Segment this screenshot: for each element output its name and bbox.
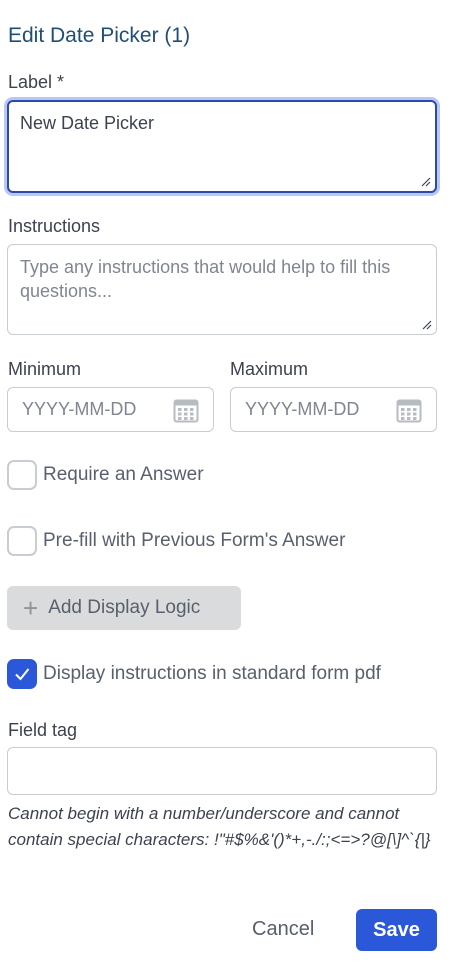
label-field-label: Label * (8, 72, 65, 92)
display-instructions-checkbox[interactable] (7, 659, 37, 689)
minimum-label: Minimum (8, 359, 82, 379)
require-answer-label: Require an Answer (43, 464, 204, 485)
add-display-logic-button[interactable]: + Add Display Logic (7, 586, 241, 630)
page-title: Edit Date Picker (1) (8, 24, 191, 47)
instructions-textarea[interactable]: Type any instructions that would help to… (7, 244, 437, 335)
cancel-button[interactable]: Cancel (252, 918, 314, 941)
instructions-label: Instructions (8, 216, 101, 236)
field-tag-hint: Cannot begin with a number/underscore an… (8, 804, 431, 849)
label-textarea[interactable]: New Date Picker (7, 100, 437, 193)
display-instructions-label: Display instructions in standard form pd… (43, 663, 381, 684)
save-button[interactable]: Save (356, 909, 437, 951)
minimum-date-placeholder: YYYY-MM-DD (22, 399, 137, 419)
maximum-label: Maximum (230, 359, 309, 379)
field-tag-label: Field tag (8, 720, 78, 740)
prefill-label: Pre-fill with Previous Form's Answer (43, 530, 346, 551)
calendar-icon[interactable] (396, 397, 422, 423)
field-tag-input[interactable] (7, 747, 437, 795)
instructions-placeholder: Type any instructions that would help to… (20, 257, 391, 301)
maximum-date-placeholder: YYYY-MM-DD (245, 399, 360, 419)
add-display-logic-label: Add Display Logic (48, 597, 201, 618)
display-instructions-row[interactable]: Display instructions in standard form pd… (7, 659, 381, 689)
plus-icon: + (23, 593, 39, 623)
prefill-checkbox[interactable] (7, 526, 37, 556)
label-textarea-value: New Date Picker (20, 113, 155, 133)
resize-handle-icon[interactable] (419, 175, 431, 187)
prefill-row[interactable]: Pre-fill with Previous Form's Answer (7, 526, 345, 556)
require-answer-checkbox[interactable] (7, 460, 37, 490)
resize-handle-icon[interactable] (420, 318, 432, 330)
maximum-date-input[interactable]: YYYY-MM-DD (230, 387, 437, 432)
calendar-icon[interactable] (173, 397, 199, 423)
minimum-date-input[interactable]: YYYY-MM-DD (7, 387, 214, 432)
checkmark-icon (15, 668, 30, 681)
require-answer-row[interactable]: Require an Answer (7, 460, 204, 490)
